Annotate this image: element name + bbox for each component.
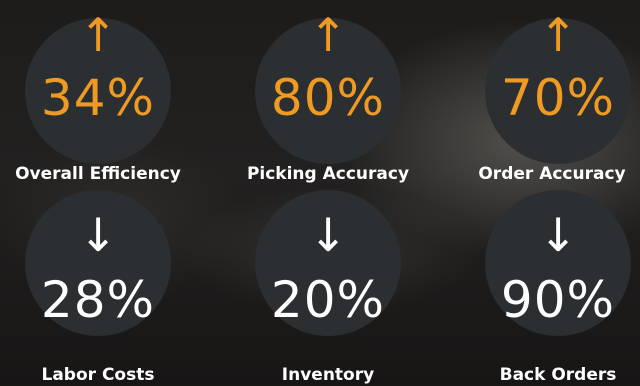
stat-order-accuracy: ↑ 70% Order Accuracy — [478, 0, 638, 190]
stat-picking-accuracy: ↑ 80% Picking Accuracy — [247, 0, 409, 190]
arrow-up-icon: ↑ — [538, 8, 578, 62]
stat-label: Labor Costs — [41, 365, 155, 385]
arrow-up-icon: ↑ — [308, 8, 348, 62]
stat-inventory: ↓ 20% Inventory — [248, 188, 408, 385]
arrow-down-icon: ↓ — [78, 208, 118, 262]
stat-back-orders: ↓ 90% Back Orders — [478, 188, 638, 385]
stat-value: 90% — [500, 271, 616, 329]
stat-label: Overall Efficiency — [15, 164, 181, 184]
arrow-down-icon: ↓ — [538, 208, 578, 262]
stat-label: Order Accuracy — [478, 164, 626, 184]
stat-overall-efficiency: ↑ 34% Overall Efficiency — [15, 0, 181, 190]
stat-label: Back Orders — [499, 365, 617, 385]
stat-value: 34% — [40, 69, 156, 127]
arrow-down-icon: ↓ — [308, 208, 348, 262]
stat-value: 28% — [40, 271, 156, 329]
stat-labor-costs: ↓ 28% Labor Costs — [18, 188, 178, 385]
stat-value: 20% — [270, 271, 386, 329]
stat-label: Picking Accuracy — [246, 164, 410, 184]
stat-label: Inventory — [281, 365, 375, 385]
stat-value: 80% — [270, 69, 386, 127]
stat-value: 70% — [500, 69, 616, 127]
arrow-up-icon: ↑ — [78, 8, 118, 62]
